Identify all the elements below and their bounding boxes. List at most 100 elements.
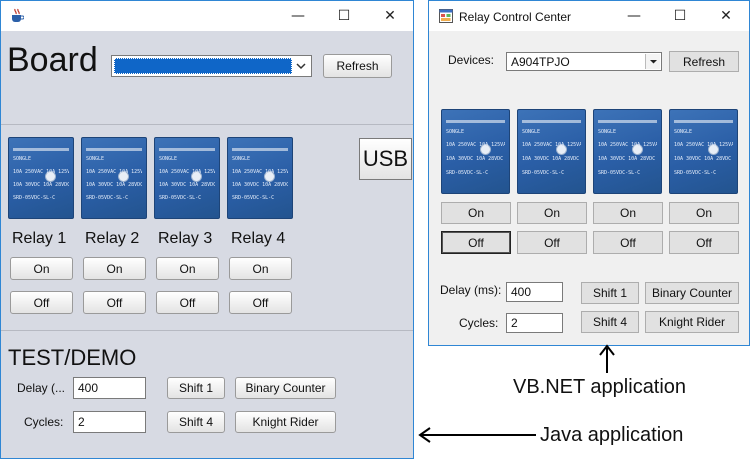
app-form-icon <box>439 9 453 23</box>
relay-print-text: SONGLE <box>674 128 693 135</box>
relay-label: Relay 4 <box>231 230 286 247</box>
knight-rider-button[interactable]: Knight Rider <box>235 411 336 433</box>
relay-image: SONGLE 10A 250VAC 10A 125VAC 10A 30VDC 10A… <box>81 137 147 219</box>
relay-label: Relay 2 <box>85 230 140 247</box>
relay-stripe <box>598 120 657 124</box>
vb-maximize-button[interactable]: ☐ <box>657 1 703 31</box>
maximize-icon: ☐ <box>337 8 351 24</box>
relay-print-text: SRD-05VDC-SL-C <box>522 169 565 176</box>
vb-knight-rider-button[interactable]: Knight Rider <box>645 311 739 333</box>
java-title-bar: — ☐ ✕ <box>1 1 413 31</box>
vb-relay-on-button[interactable]: On <box>593 202 663 224</box>
vb-relay-off-button[interactable]: Off <box>517 231 587 254</box>
usb-button[interactable]: USB <box>359 138 412 180</box>
devices-label: Devices: <box>448 53 495 67</box>
vb-relay-off-button[interactable]: Off <box>441 231 511 254</box>
vb-relay-on-button[interactable]: On <box>441 202 511 224</box>
java-arrow-icon <box>418 425 538 445</box>
cycles-field[interactable]: 2 <box>73 411 146 433</box>
relay-image: SONGLE 10A 250VAC 10A 125VAC 10A 30VDC 10A… <box>154 137 220 219</box>
java-close-button[interactable]: ✕ <box>367 1 413 31</box>
relay-image: SONGLE 10A 250VAC 10A 125VAC 10A 30VDC 10A… <box>669 109 738 194</box>
relay-print-text: SRD-05VDC-SL-C <box>598 169 641 176</box>
relay-stripe <box>232 147 288 151</box>
relay-off-button[interactable]: Off <box>83 291 146 314</box>
relay-on-button[interactable]: On <box>10 257 73 280</box>
close-icon: ✕ <box>720 8 732 24</box>
relay-label: Relay 3 <box>158 230 213 247</box>
relay-print-text: 10A 30VDC 10A 28VDC <box>13 182 69 189</box>
relay-image: SONGLE 10A 250VAC 10A 125VAC 10A 30VDC 10A… <box>227 137 293 219</box>
java-minimize-button[interactable]: — <box>275 1 321 31</box>
vb-caption: VB.NET application <box>513 376 687 398</box>
relay-print-text: 10A 250VAC 10A 125VAC <box>159 169 215 176</box>
relay-print-text: SRD-05VDC-SL-C <box>159 195 202 202</box>
devices-select-value: A904TPJO <box>511 55 570 69</box>
vb-refresh-button[interactable]: Refresh <box>669 51 739 72</box>
relay-print-text: 10A 250VAC 10A 125VAC <box>86 169 142 176</box>
relay-stripe <box>86 147 142 151</box>
vb-relay-on-button[interactable]: On <box>517 202 587 224</box>
java-refresh-button[interactable]: Refresh <box>323 54 392 78</box>
relay-print-text: 10A 30VDC 10A 28VDC <box>232 182 288 189</box>
minimize-icon: — <box>291 8 305 24</box>
relay-on-button[interactable]: On <box>156 257 219 280</box>
relay-stripe <box>13 147 69 151</box>
binary-counter-button[interactable]: Binary Counter <box>235 377 336 399</box>
vb-close-button[interactable]: ✕ <box>703 1 749 31</box>
relay-print-text: SONGLE <box>86 156 105 163</box>
relay-on-button[interactable]: On <box>229 257 292 280</box>
relay-print-text: SONGLE <box>446 128 465 135</box>
vb-relay-off-button[interactable]: Off <box>669 231 739 254</box>
relay-stripe <box>674 120 733 124</box>
divider <box>1 124 413 125</box>
shift1-button[interactable]: Shift 1 <box>167 377 225 399</box>
chevron-down-icon[interactable] <box>294 59 308 73</box>
relay-print-text: 10A 250VAC 10A 125VAC <box>446 142 505 149</box>
java-window: — ☐ ✕ Board Refresh SONGLE 10A 250VAC 10A… <box>0 0 414 459</box>
maximize-icon: ☐ <box>673 8 687 24</box>
minimize-icon: — <box>627 8 641 24</box>
devices-select[interactable]: A904TPJO <box>506 52 662 71</box>
divider <box>1 330 413 331</box>
relay-off-button[interactable]: Off <box>10 291 73 314</box>
relay-print-text: 10A 30VDC 10A 28VDC <box>446 155 504 162</box>
vb-window: Relay Control Center — ☐ ✕ Devices: A904… <box>428 0 750 346</box>
delay-field[interactable]: 400 <box>73 377 146 399</box>
java-caption: Java application <box>540 424 684 446</box>
relay-off-button[interactable]: Off <box>229 291 292 314</box>
relay-print-text: SONGLE <box>159 156 178 163</box>
vb-relay-on-button[interactable]: On <box>669 202 739 224</box>
board-select[interactable] <box>111 55 312 77</box>
relay-print-text: 10A 30VDC 10A 28VDC <box>522 155 580 162</box>
relay-print-text: 10A 250VAC 10A 125VAC <box>598 142 657 149</box>
vb-shift4-button[interactable]: Shift 4 <box>581 311 639 333</box>
relay-print-text: SRD-05VDC-SL-C <box>86 195 129 202</box>
cycles-label: Cycles: <box>24 415 64 429</box>
shift4-button[interactable]: Shift 4 <box>167 411 225 433</box>
relay-off-button[interactable]: Off <box>156 291 219 314</box>
relay-print-text: 10A 30VDC 10A 28VDC <box>598 155 656 162</box>
delay-label: Delay (... <box>17 381 66 395</box>
chevron-down-icon[interactable] <box>645 54 660 69</box>
relay-print-text: 10A 30VDC 10A 28VDC <box>674 155 732 162</box>
relay-print-text: SRD-05VDC-SL-C <box>232 195 275 202</box>
vb-binary-counter-button[interactable]: Binary Counter <box>645 282 739 304</box>
relay-image: SONGLE 10A 250VAC 10A 125VAC 10A 30VDC 10A… <box>517 109 586 194</box>
relay-print-text: SONGLE <box>13 156 32 163</box>
relay-print-text: 10A 250VAC 10A 125VAC <box>232 169 288 176</box>
relay-image: SONGLE 10A 250VAC 10A 125VAC 10A 30VDC 10A… <box>441 109 510 194</box>
vb-cycles-field[interactable]: 2 <box>506 313 563 333</box>
relay-print-text: SRD-05VDC-SL-C <box>446 169 489 176</box>
vb-relay-off-button[interactable]: Off <box>593 231 663 254</box>
vb-delay-field[interactable]: 400 <box>506 282 563 302</box>
relay-print-text: SONGLE <box>522 128 541 135</box>
relay-print-text: 10A 250VAC 10A 125VAC <box>13 169 69 176</box>
vb-minimize-button[interactable]: — <box>611 1 657 31</box>
relay-on-button[interactable]: On <box>83 257 146 280</box>
relay-stripe <box>159 147 215 151</box>
vb-cycles-label: Cycles: <box>459 316 499 330</box>
vb-shift1-button[interactable]: Shift 1 <box>581 282 639 304</box>
relay-print-text: SONGLE <box>598 128 617 135</box>
java-maximize-button[interactable]: ☐ <box>321 1 367 31</box>
